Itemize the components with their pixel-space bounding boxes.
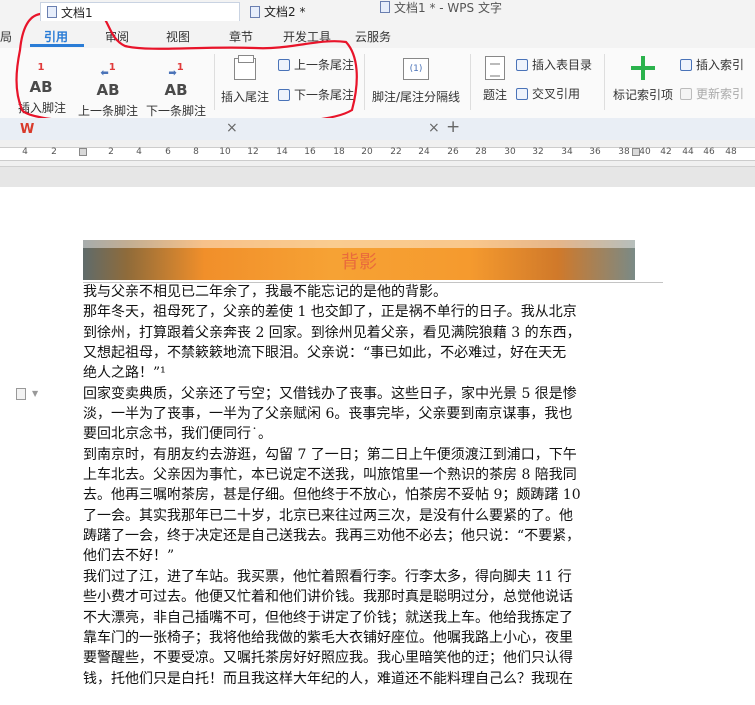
cross-reference-button[interactable]: 交叉引用 [516,85,580,102]
text-line: 踌躇了一会，终于决定还是自己送我去。我再三劝他不必去；他只说：“不要紧， [83,528,581,545]
text-line: 了一会。其实我那年已二十岁，北京已来往过两三次，是没有什么要紧的了。他 [83,507,573,524]
prev-endnote-icon [278,59,290,71]
chevron-down-icon[interactable]: ▼ [32,389,38,398]
ribbon-tab-bar: 局 引用 审阅 视图 章节 开发工具 云服务 [0,20,755,49]
table-of-figures-icon [516,59,528,71]
text-line: 回家变卖典质，父亲还了亏空；又借钱办了丧事。这些日子，家中光景 5 很是惨 [83,385,577,402]
ribbon-divider [604,54,605,110]
text-line: 要警醒些，不要受凉。又嘱托茶房好好照应我。我心里暗笑他的迂；他们只认得 [83,650,573,667]
text-line: 要回北京念书，我们便同行˙。 [83,426,272,443]
ribbon-divider [364,54,365,110]
document-tab-bar [0,118,755,141]
update-index-icon [680,88,692,100]
header-banner-image: 背影 [83,240,635,280]
prev-footnote-icon: ⬅1 AB [96,62,120,99]
text-line: 我们过了江，进了车站。我买票，他忙着照看行李。行李太多，得向脚夫 11 行 [83,568,572,585]
mark-index-entry-button[interactable]: 标记索引项 [610,56,676,103]
new-tab-button[interactable]: + [446,117,460,137]
text-line: 他们去不好！” [83,548,175,565]
document-icon [47,6,57,18]
tab-review[interactable]: 审阅 [105,28,129,45]
text-line: 钱，托他们只是白托！而且我这样大年纪的人，难道还不能料理自己么？我现在 [83,670,573,687]
plus-icon [631,56,655,80]
text-line: 些小费才可过去。他便又忙着和他们讲价钱。我那时真是聪明过分，总觉他说话 [83,589,573,606]
text-line: 又想起祖母，不禁簌簌地流下眼泪。父亲说：“事已如此，不必难过，好在天无 [83,345,567,362]
footnote-ab-icon: 1 AB [29,62,53,96]
tab-view[interactable]: 视图 [166,28,190,45]
endnote-icon [234,55,256,80]
wps-logo-icon[interactable]: W [20,122,34,137]
left-indent-marker[interactable] [79,148,87,156]
text-line: 到徐州，打算跟着父亲奔丧 2 回家。到徐州见着父亲，看见满院狼藉 3 的东西， [83,324,581,341]
paragraph-options-icon[interactable] [16,388,26,400]
close-tab-icon[interactable]: × [428,120,440,136]
active-tab-indicator [30,44,84,47]
note-separator-button[interactable]: (1) 脚注/尾注分隔线 [370,58,462,105]
text-line: 那年冬天，祖母死了，父亲的差使 1 也交卸了，正是祸不单行的日子。我从北京 [83,304,577,321]
text-line: 我与父亲不相见已二年余了，我最不能忘记的是他的背影。 [83,284,447,300]
prev-endnote-button[interactable]: 上一条尾注 [278,56,354,73]
next-footnote-icon: ➡1 AB [164,62,188,99]
cross-reference-icon [516,88,528,100]
tab-references[interactable]: 引用 [44,28,68,45]
tab-developer-tools[interactable]: 开发工具 [283,28,331,45]
insert-endnote-button[interactable]: 插入尾注 [220,55,270,105]
separator-icon: (1) [403,58,429,80]
document-icon [250,5,260,18]
page-gap [0,167,755,187]
caption-button[interactable]: 题注 [478,56,512,103]
ribbon-divider [214,54,215,110]
text-line: 淡，一半为了丧事，一半为了父亲赋闲 6。丧事完毕，父亲要到南京谋事，我也 [83,406,573,423]
close-tab-icon[interactable]: × [226,120,238,136]
doc-tab-1[interactable]: 文档1 [40,2,240,21]
tab-sections[interactable]: 章节 [229,28,253,45]
document-body[interactable]: 我与父亲不相见已二年余了，我最不能忘记的是他的背影。 那年冬天，祖母死了，父亲的… [83,282,639,689]
caption-icon [485,56,505,80]
text-line: 到南京时，有朋友约去游逛，勾留 7 了一日；第二日上午便须渡江到浦口，下午 [83,446,577,463]
text-line: 去。他再三嘱咐茶房，甚是仔细。但他终于不放心，怕茶房不妥帖 9；颇踌躇 10 [83,487,581,504]
text-line: 靠车门的一张椅子；我将他给我做的紫毛大衣铺好座位。他嘱我路上小心，夜里 [83,629,573,646]
text-line: 不大漂亮，非自己插嘴不可，但他终于讲定了价钱；就送我上车。他给我拣定了 [83,609,573,626]
text-line: 绝人之路！”¹ [83,365,166,382]
banner-title: 背影 [341,252,377,273]
text-line: 上车北去。父亲因为事忙，本已说定不送我，叫旅馆里一个熟识的茶房 8 陪我同 [83,467,577,484]
insert-footnote-button[interactable]: 1 AB 插入脚注 [18,60,66,116]
tab-layout[interactable]: 局 [0,28,12,45]
update-index-button[interactable]: 更新索引 [680,85,744,102]
doc-tab-2[interactable]: 文档2 * [244,2,444,21]
ribbon-divider [470,54,471,110]
next-footnote-button[interactable]: ➡1 AB 下一条脚注 [146,60,206,119]
next-endnote-icon [278,89,290,101]
prev-footnote-button[interactable]: ⬅1 AB 上一条脚注 [78,60,138,119]
insert-table-of-figures-button[interactable]: 插入表目录 [516,56,592,73]
tab-cloud-services[interactable]: 云服务 [355,28,391,45]
ribbon-panel: 1 AB 插入脚注 ⬅1 AB 上一条脚注 ➡1 AB 下一条脚注 插入尾注 上一条尾… [0,48,755,158]
insert-index-button[interactable]: 插入索引 [680,56,744,73]
next-endnote-button[interactable]: 下一条尾注 [278,86,354,103]
insert-index-icon [680,59,692,71]
